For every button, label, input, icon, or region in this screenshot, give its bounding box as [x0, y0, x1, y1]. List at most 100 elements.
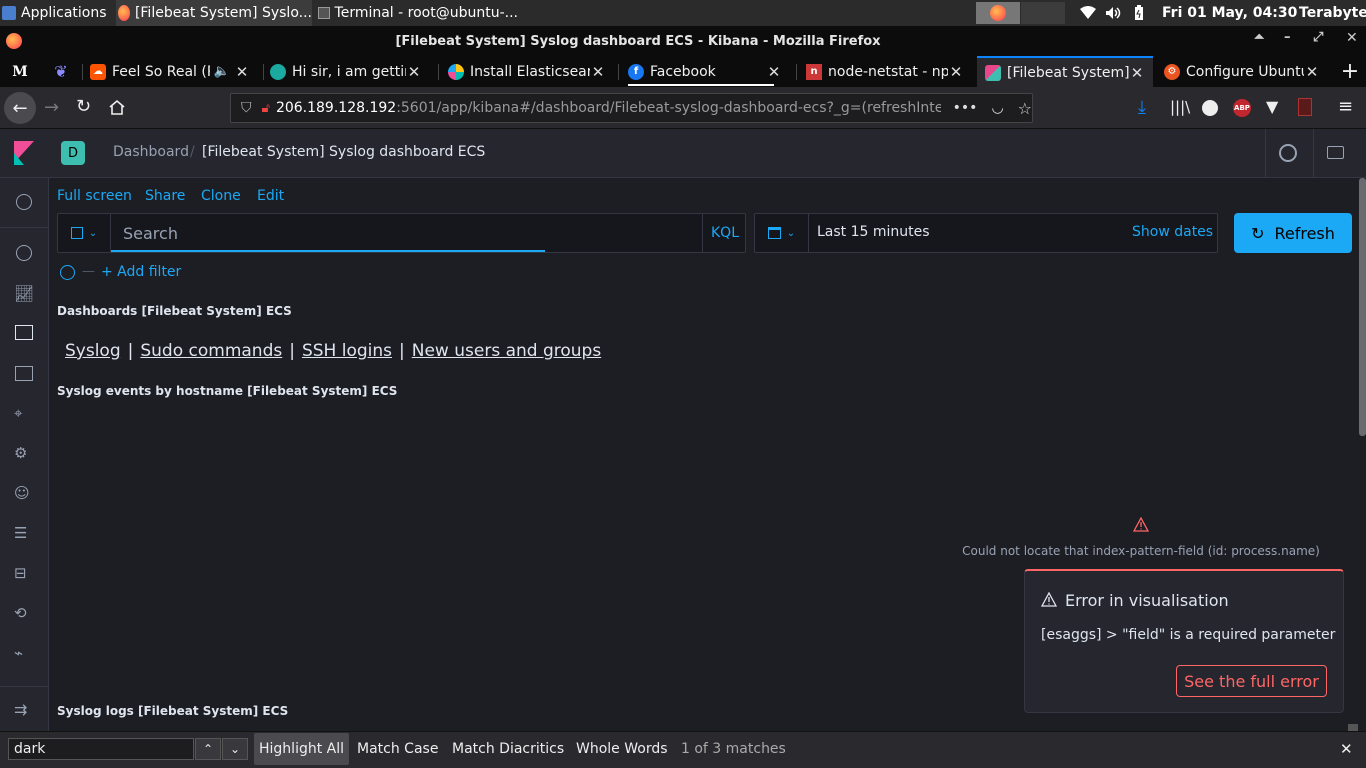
- tab-facebook[interactable]: f Facebook ✕: [628, 56, 790, 87]
- collapse-nav-icon[interactable]: ⇉: [14, 700, 34, 720]
- toast-title: Error in visualisation: [1065, 591, 1229, 610]
- close-tab-icon[interactable]: ✕: [406, 63, 422, 81]
- bookmark-star-icon[interactable]: ☆: [1018, 99, 1032, 118]
- close-tab-icon[interactable]: ✕: [948, 63, 964, 81]
- breadcrumb-dashboard[interactable]: Dashboard: [113, 144, 189, 160]
- account-icon[interactable]: [1202, 100, 1218, 116]
- tab-discuss[interactable]: Hi sir, i am getting ✕: [270, 56, 430, 87]
- workspace-2[interactable]: [1021, 2, 1065, 24]
- full-screen-link[interactable]: Full screen: [57, 188, 132, 204]
- close-tab-icon[interactable]: ✕: [1304, 63, 1320, 81]
- whole-words-toggle[interactable]: Whole Words: [571, 733, 673, 765]
- dashboard-icon[interactable]: [15, 325, 33, 340]
- find-next-button[interactable]: ⌄: [222, 738, 248, 760]
- refresh-button[interactable]: ↻ Refresh: [1234, 213, 1352, 253]
- panel-resize-handle[interactable]: [1348, 724, 1358, 731]
- siem-icon[interactable]: ☺: [14, 484, 34, 504]
- match-diacritics-toggle[interactable]: Match Diacritics: [447, 733, 569, 765]
- new-tab-button[interactable]: +: [1334, 56, 1366, 87]
- tab-npm[interactable]: n node-netstat - npm ✕: [806, 56, 972, 87]
- saved-queries-button[interactable]: ⌄: [58, 214, 111, 252]
- taskbar-terminal[interactable]: Terminal - root@ubuntu-...: [318, 0, 518, 26]
- highlight-all-toggle[interactable]: Highlight All: [254, 733, 350, 765]
- taskbar-firefox[interactable]: [Filebeat System] Syslo...: [116, 0, 312, 26]
- see-full-error-button[interactable]: See the full error: [1176, 665, 1327, 697]
- match-case-toggle[interactable]: Match Case: [352, 733, 443, 765]
- window-shade-icon[interactable]: ⏶: [1254, 30, 1264, 45]
- quick-menu-button[interactable]: ⌄: [755, 214, 809, 252]
- filter-menu-icon[interactable]: [60, 265, 75, 280]
- ssh-logins-link[interactable]: SSH logins: [302, 341, 392, 361]
- workspace-thumbnail[interactable]: [976, 2, 1020, 24]
- page-scrollbar[interactable]: [1359, 178, 1366, 436]
- kql-toggle[interactable]: KQL: [702, 214, 747, 252]
- volume-icon[interactable]: [1105, 0, 1121, 26]
- clock[interactable]: Fri 01 May, 04:30: [1162, 0, 1297, 26]
- chevron-down-icon: ⌄: [786, 227, 796, 239]
- reload-icon[interactable]: ↻: [76, 96, 91, 117]
- close-tab-icon[interactable]: ✕: [590, 63, 606, 81]
- pocket-icon[interactable]: ◡: [991, 100, 1003, 116]
- hamburger-menu-icon[interactable]: ≡: [1338, 96, 1353, 117]
- downloads-icon[interactable]: ⤓: [1138, 97, 1146, 118]
- find-input[interactable]: dark: [8, 738, 194, 760]
- panel-error-message: Could not locate that index-pattern-fiel…: [962, 544, 1320, 558]
- show-dates-link[interactable]: Show dates: [1132, 224, 1213, 240]
- pinned-tab-2[interactable]: ❦: [40, 56, 82, 87]
- space-avatar[interactable]: D: [61, 141, 85, 165]
- forward-arrow-icon[interactable]: →: [44, 97, 59, 118]
- close-tab-icon[interactable]: ✕: [1129, 64, 1145, 82]
- tab-configure-ubuntu[interactable]: ⚙ Configure Ubuntu ✕: [1160, 56, 1328, 87]
- uptime-icon[interactable]: ⟲: [14, 604, 34, 624]
- home-icon[interactable]: [108, 99, 126, 116]
- battery-icon[interactable]: [1134, 0, 1144, 26]
- discover-compass-icon[interactable]: [16, 245, 32, 261]
- adblock-icon[interactable]: ABP: [1233, 99, 1251, 117]
- user-name[interactable]: Terabyte: [1299, 0, 1366, 26]
- maximize-icon[interactable]: ⤢: [1313, 30, 1323, 45]
- help-icon[interactable]: [1279, 144, 1297, 162]
- firefox-icon: [118, 5, 130, 21]
- url-bar[interactable]: ⛉ 🔓︎ 206.189.128.192 :5601/app/kibana#/d…: [230, 93, 1033, 123]
- new-users-groups-link[interactable]: New users and groups: [412, 341, 601, 361]
- kibana-logo-icon[interactable]: [14, 141, 34, 165]
- logs-icon[interactable]: ☰: [14, 524, 34, 544]
- maps-icon[interactable]: ⌖: [14, 404, 34, 424]
- wifi-icon[interactable]: [1080, 0, 1096, 26]
- share-link[interactable]: Share: [145, 188, 185, 204]
- close-tab-icon[interactable]: ✕: [766, 63, 782, 81]
- find-previous-button[interactable]: ⌃: [195, 738, 221, 760]
- edit-link[interactable]: Edit: [257, 188, 284, 204]
- infrastructure-icon[interactable]: ⊟: [14, 564, 34, 584]
- minimize-icon[interactable]: –: [1284, 30, 1291, 45]
- library-icon[interactable]: |||\: [1170, 98, 1190, 116]
- ml-icon[interactable]: ⚙: [14, 444, 34, 464]
- pdf-extension-icon[interactable]: [1298, 98, 1312, 116]
- search-input[interactable]: Search: [111, 214, 701, 252]
- dev-tools-icon[interactable]: ⌁: [14, 644, 34, 664]
- back-button[interactable]: ←: [4, 92, 36, 124]
- page-actions-icon[interactable]: •••: [953, 100, 978, 116]
- newsfeed-icon[interactable]: [1327, 146, 1344, 159]
- applications-menu[interactable]: Applications: [2, 0, 107, 26]
- add-filter-link[interactable]: + Add filter: [101, 264, 181, 280]
- tab-install-elasticsearch[interactable]: Install Elasticsearch ✕: [448, 56, 614, 87]
- close-window-icon[interactable]: ✕: [1346, 30, 1358, 46]
- canvas-icon[interactable]: [15, 366, 33, 381]
- close-tab-icon[interactable]: ✕: [234, 63, 250, 81]
- close-find-bar-icon[interactable]: ✕: [1340, 740, 1353, 758]
- recently-viewed-icon[interactable]: [16, 194, 32, 210]
- pinned-tab-gmail[interactable]: M: [0, 56, 40, 87]
- vue-devtools-icon[interactable]: ▼: [1266, 97, 1278, 116]
- time-range-label[interactable]: Last 15 minutes: [817, 224, 930, 240]
- tab-soundcloud[interactable]: ☁ Feel So Real (R 🔈 ✕: [90, 56, 258, 87]
- syslog-link[interactable]: Syslog: [65, 341, 121, 361]
- speaker-icon[interactable]: 🔈: [214, 64, 230, 79]
- visualize-icon[interactable]: 📈︎: [14, 284, 34, 304]
- url-host: 206.189.128.192: [275, 100, 397, 116]
- insecure-lock-icon[interactable]: 🔓︎: [262, 101, 270, 116]
- clone-link[interactable]: Clone: [201, 188, 241, 204]
- shield-icon[interactable]: ⛉: [241, 100, 252, 116]
- sudo-commands-link[interactable]: Sudo commands: [140, 341, 282, 361]
- tab-kibana-active[interactable]: [Filebeat System] ✕: [977, 56, 1153, 87]
